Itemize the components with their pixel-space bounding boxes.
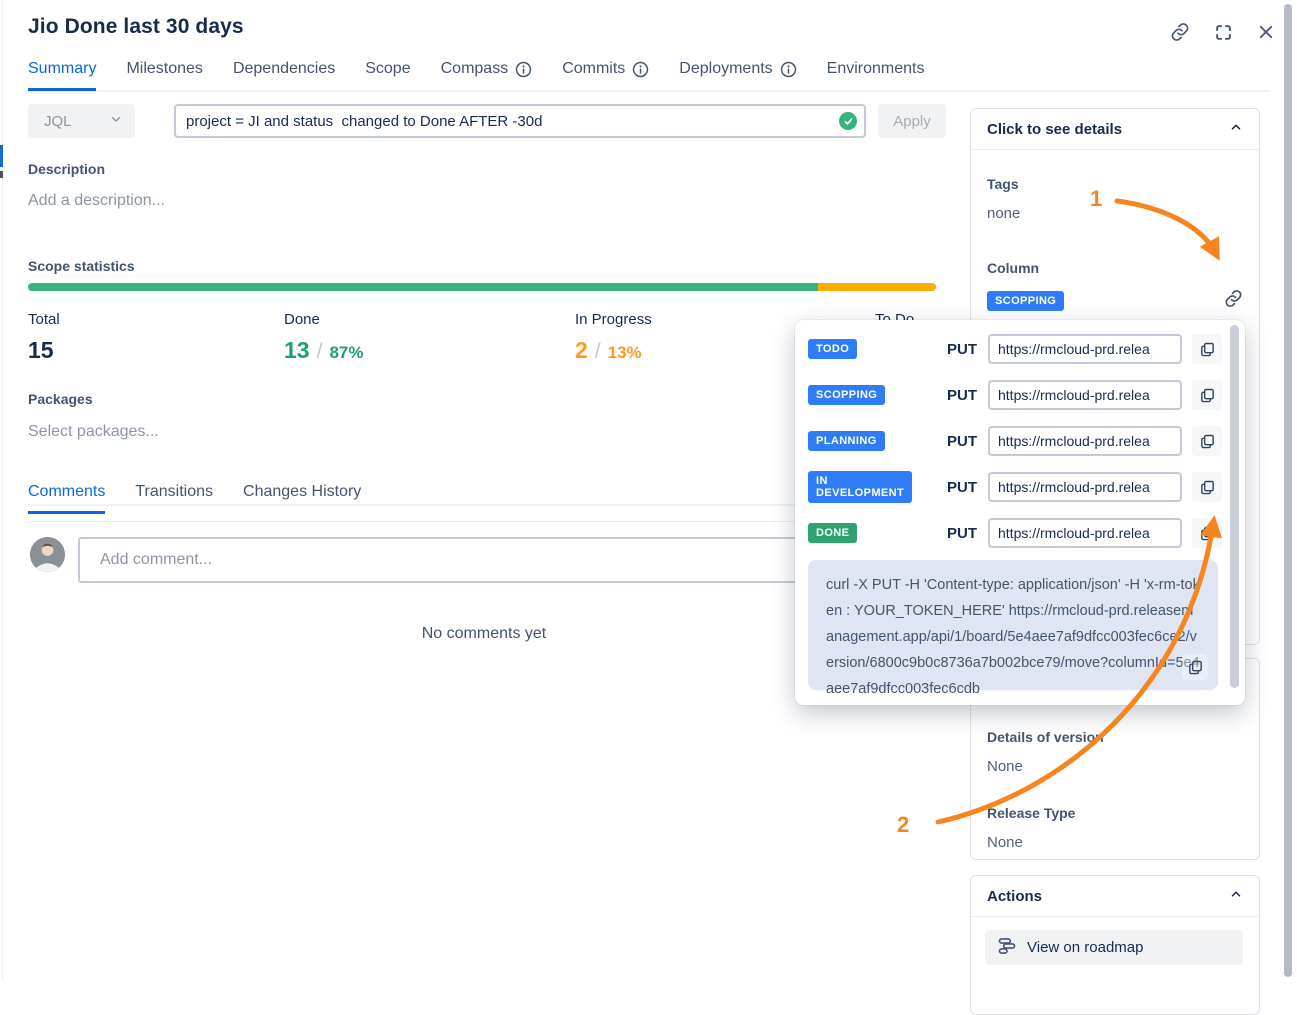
tags-label: Tags (987, 176, 1243, 192)
endpoint-url-input[interactable] (988, 334, 1182, 364)
link-icon[interactable] (1170, 22, 1190, 42)
endpoint-url-input[interactable] (988, 426, 1182, 456)
page-scrollbar[interactable] (1284, 4, 1292, 977)
apply-button[interactable]: Apply (878, 104, 946, 138)
stat-done: Done 13 / 87% (284, 311, 363, 364)
jql-query-input[interactable] (174, 104, 866, 138)
tab-scope[interactable]: Scope (365, 60, 410, 91)
column-label: Column (987, 260, 1243, 276)
actions-panel-header[interactable]: Actions (971, 876, 1259, 917)
status-badge-in-development: IN DEVELOPMENT (808, 471, 912, 503)
status-badge-done: DONE (808, 523, 857, 543)
copy-button[interactable] (1192, 518, 1222, 548)
http-method: PUT (947, 341, 977, 358)
endpoint-url-input[interactable] (988, 380, 1182, 410)
comment-tabs: Comments Transitions Changes History (28, 483, 361, 514)
column-badge[interactable]: SCOPPING (987, 291, 1064, 311)
scope-statistics-label: Scope statistics (28, 258, 135, 274)
status-badge-scopping: SCOPPING (808, 385, 885, 405)
status-badge-planning: PLANNING (808, 431, 885, 451)
tab-compass[interactable]: Compass (441, 60, 533, 91)
stat-done-pct: 87% (329, 343, 363, 363)
page-title: Jio Done last 30 days (28, 15, 244, 39)
stat-in-progress-value: 2 (575, 337, 588, 364)
page-edge-mark (0, 171, 3, 178)
chevron-up-icon[interactable] (1229, 887, 1243, 906)
copy-curl-button[interactable] (1182, 654, 1208, 680)
tab-milestones[interactable]: Milestones (126, 60, 202, 91)
tab-summary[interactable]: Summary (28, 60, 96, 91)
user-avatar (30, 537, 65, 572)
tags-value[interactable]: none (987, 205, 1243, 222)
packages-label: Packages (28, 391, 93, 407)
chevron-down-icon (109, 112, 123, 130)
main-tabs: Summary Milestones Dependencies Scope Co… (28, 60, 925, 91)
copy-button[interactable] (1192, 426, 1222, 456)
tab-dependencies[interactable]: Dependencies (233, 60, 335, 91)
packages-placeholder[interactable]: Select packages... (28, 423, 159, 441)
scope-progress-bar (28, 283, 936, 291)
http-method: PUT (947, 479, 977, 496)
jql-type-select[interactable]: JQL (28, 104, 135, 138)
info-icon (780, 61, 797, 78)
http-method: PUT (947, 525, 977, 542)
copy-button[interactable] (1192, 380, 1222, 410)
release-type-label: Release Type (987, 805, 1243, 821)
actions-panel: Actions View on roadmap (970, 875, 1260, 1015)
page-edge-accent (0, 145, 3, 167)
tab-environments[interactable]: Environments (827, 60, 925, 91)
stat-total-value: 15 (28, 337, 54, 364)
details-of-version-value[interactable]: None (987, 758, 1243, 775)
close-icon[interactable] (1257, 23, 1275, 41)
fullscreen-icon[interactable] (1214, 23, 1233, 42)
stat-in-progress-pct: 13% (608, 343, 642, 363)
copy-button[interactable] (1192, 334, 1222, 364)
roadmap-icon (997, 936, 1017, 960)
status-badge-todo: TODO (808, 339, 857, 359)
stat-done-value: 13 (284, 337, 310, 364)
info-icon (515, 61, 532, 78)
column-endpoints-popup: TODO PUT SCOPPING PUT PLANNING PUT IN DE… (795, 320, 1245, 705)
tab-deployments[interactable]: Deployments (679, 60, 796, 91)
stat-in-progress: In Progress 2 / 13% (575, 311, 652, 364)
endpoint-url-input[interactable] (988, 472, 1182, 502)
progress-inprogress-segment (818, 283, 936, 291)
tab-transitions[interactable]: Transitions (135, 483, 213, 514)
popup-scrollbar-thumb[interactable] (1230, 325, 1239, 688)
jql-bar: JQL Apply (28, 104, 946, 138)
popup-scrollbar[interactable] (1230, 325, 1239, 695)
query-valid-check-icon (839, 112, 857, 130)
info-icon (632, 61, 649, 78)
http-method: PUT (947, 433, 977, 450)
stat-total: Total 15 (28, 311, 60, 364)
details-panel-header[interactable]: Click to see details (971, 109, 1259, 150)
window-toolbar (1170, 22, 1275, 42)
view-on-roadmap-button[interactable]: View on roadmap (985, 930, 1243, 965)
tab-comments[interactable]: Comments (28, 483, 105, 514)
details-of-version-label: Details of version (987, 729, 1243, 745)
tab-changes-history[interactable]: Changes History (243, 483, 361, 514)
copy-button[interactable] (1192, 472, 1222, 502)
http-method: PUT (947, 387, 977, 404)
column-link-icon[interactable] (1224, 289, 1243, 313)
chevron-up-icon[interactable] (1229, 120, 1243, 139)
curl-command-block: curl -X PUT -H 'Content-type: applicatio… (808, 560, 1218, 690)
description-label: Description (28, 161, 105, 177)
release-type-value[interactable]: None (987, 834, 1243, 851)
endpoint-url-input[interactable] (988, 518, 1182, 548)
tab-commits[interactable]: Commits (562, 60, 649, 91)
curl-command-text: curl -X PUT -H 'Content-type: applicatio… (826, 577, 1200, 697)
annotation-label-2: 2 (897, 812, 909, 838)
progress-done-segment (28, 283, 818, 291)
description-placeholder[interactable]: Add a description... (28, 192, 165, 210)
